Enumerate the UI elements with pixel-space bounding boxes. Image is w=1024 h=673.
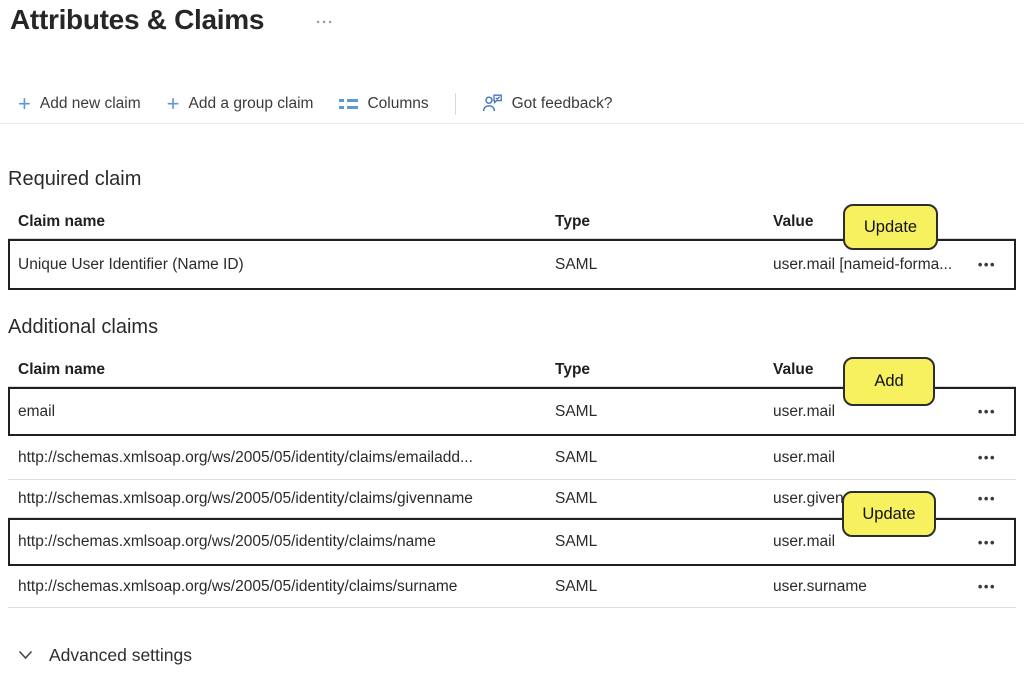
row-menu-icon[interactable]: ••• [968,579,1016,594]
more-options-icon[interactable]: ··· [316,14,334,31]
type-column-header: Type [545,361,763,379]
claim-name-cell: http://schemas.xmlsoap.org/ws/2005/05/id… [8,578,545,596]
row-menu-icon[interactable]: ••• [970,257,1014,272]
row-menu-icon[interactable]: ••• [970,535,1014,550]
feedback-label: Got feedback? [512,95,613,113]
page-title: Attributes & Claims [10,4,264,36]
claim-row[interactable]: http://schemas.xmlsoap.org/ws/2005/05/id… [8,436,1016,480]
type-column-header: Type [545,213,763,231]
chevron-down-icon [18,650,33,660]
annotation-callout: Update [843,204,938,250]
required-claim-heading: Required claim [8,168,141,191]
claim-type-cell: SAML [545,449,763,467]
feedback-icon [482,94,503,113]
claim-type-cell: SAML [545,578,763,596]
claim-name-column-header: Claim name [8,361,545,379]
claim-name-cell: email [10,403,547,421]
plus-icon: + [167,95,180,113]
claim-name-cell: http://schemas.xmlsoap.org/ws/2005/05/id… [8,490,545,508]
add-new-claim-label: Add new claim [40,95,141,113]
row-menu-icon[interactable]: ••• [968,450,1016,465]
toolbar-divider [455,93,456,115]
claim-name-cell: http://schemas.xmlsoap.org/ws/2005/05/id… [8,449,545,467]
advanced-settings-label: Advanced settings [49,645,192,666]
claim-value-cell: user.mail [763,449,968,467]
row-menu-icon[interactable]: ••• [968,491,1016,506]
additional-claims-heading: Additional claims [8,316,158,339]
columns-button[interactable]: Columns [339,95,428,113]
claim-value-cell: user.surname [763,578,968,596]
claim-value-cell: user.mail [nameid-forma... [765,256,966,274]
claim-name-cell: http://schemas.xmlsoap.org/ws/2005/05/id… [10,533,547,551]
feedback-button[interactable]: Got feedback? [482,94,613,113]
add-new-claim-button[interactable]: + Add new claim [18,95,141,113]
claim-type-cell: SAML [547,403,765,421]
attributes-claims-page: Attributes & Claims ··· + Add new claim … [0,0,1024,673]
add-group-claim-label: Add a group claim [189,95,314,113]
annotation-callout: Update [842,491,936,537]
claim-type-cell: SAML [547,256,765,274]
claim-type-cell: SAML [547,533,765,551]
claim-row[interactable]: http://schemas.xmlsoap.org/ws/2005/05/id… [8,566,1016,608]
row-menu-icon[interactable]: ••• [970,404,1014,419]
claim-type-cell: SAML [545,490,763,508]
annotation-callout: Add [843,357,935,406]
claim-name-column-header: Claim name [8,213,545,231]
columns-label: Columns [367,95,428,113]
add-group-claim-button[interactable]: + Add a group claim [167,95,314,113]
columns-icon [339,99,358,109]
plus-icon: + [18,95,31,113]
advanced-settings-expander[interactable]: Advanced settings [18,640,192,670]
command-bar: + Add new claim + Add a group claim Colu… [0,84,1024,124]
claim-name-cell: Unique User Identifier (Name ID) [10,256,547,274]
